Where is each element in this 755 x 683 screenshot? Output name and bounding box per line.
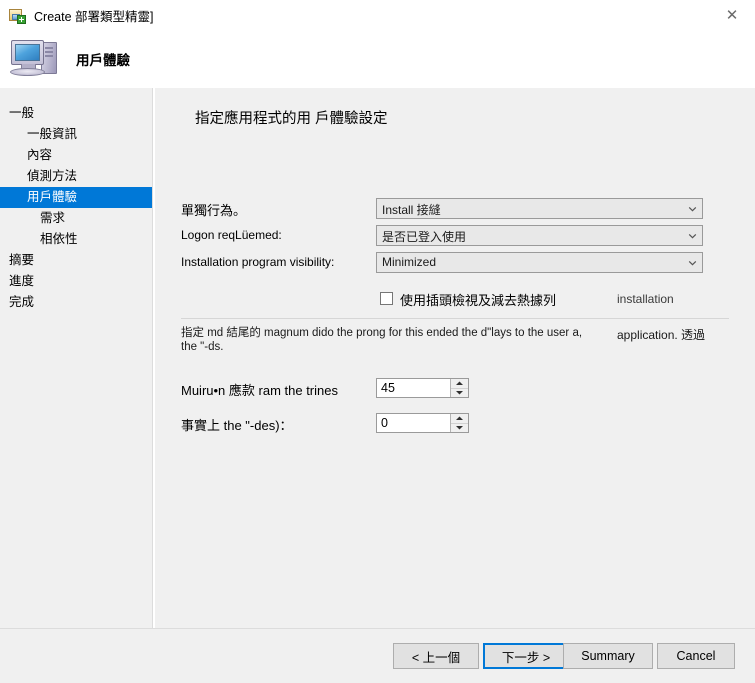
computer-icon	[8, 35, 66, 83]
spinner-buttons-0	[450, 379, 468, 397]
close-icon[interactable]: ✕	[709, 0, 755, 30]
combo-1[interactable]: 是否已登入使用	[376, 225, 703, 246]
chevron-down-icon[interactable]	[683, 199, 702, 218]
wizard-content-panel: 指定應用程式的用 戶體驗設定 單獨行為。 Install 接縫 Logon reqL…	[154, 88, 755, 628]
combo-value-1: 是否已登入使用	[382, 230, 467, 244]
section-description-aux: application. 透過	[617, 328, 706, 342]
chevron-down-icon[interactable]	[683, 226, 702, 245]
window-title: Create 部署類型精靈]	[34, 9, 154, 24]
hidden-console-checkbox-label[interactable]: 使用插頭檢視及減去熱據列	[400, 290, 556, 309]
wizard-header: 用戶體驗	[0, 30, 755, 88]
wizard-footer: < 上一個 下一步 > Summary Cancel	[0, 628, 755, 683]
sidebar-item-5[interactable]: 需求	[0, 208, 152, 229]
sidebar-item-1[interactable]: 一般資訊	[0, 124, 152, 145]
combo-2[interactable]: Minimized	[376, 252, 703, 273]
content-heading: 指定應用程式的用 戶體驗設定	[195, 111, 388, 127]
sidebar-item-7[interactable]: 摘要	[0, 250, 152, 271]
cancel-button[interactable]: Cancel	[657, 643, 735, 669]
form-label-2: Installation program visibility:	[181, 255, 335, 269]
sidebar-item-3[interactable]: 偵測方法	[0, 166, 152, 187]
checkbox-aux-text: installation	[617, 292, 674, 306]
next-button[interactable]: 下一步 >	[483, 643, 569, 669]
spinner-up-icon[interactable]	[451, 379, 468, 389]
spinner-up-icon[interactable]	[451, 414, 468, 424]
spinner-0[interactable]: 45	[376, 378, 469, 398]
section-description: 指定 md 結尾的 magnum dido the prong for this…	[181, 327, 583, 353]
wizard-body: 一般 一般資訊 內容 偵測方法 用戶體驗 需求 相依性 摘要 進度 完成 指定應用程式的用 戶體驗…	[0, 88, 755, 628]
sidebar-item-8[interactable]: 進度	[0, 271, 152, 292]
spinner-label-1: 事實上 the "-des)：	[181, 418, 293, 433]
wizard-step-nav: 一般 一般資訊 內容 偵測方法 用戶體驗 需求 相依性 摘要 進度 完成	[0, 88, 153, 628]
previous-button[interactable]: < 上一個	[393, 643, 479, 669]
spinner-down-icon[interactable]	[451, 424, 468, 433]
spinner-value-1[interactable]: 0	[381, 416, 388, 430]
spinner-row-1: 事實上 the "-des)： 0	[155, 413, 755, 435]
combo-value-2: Minimized	[382, 255, 437, 269]
window-titlebar: Create 部署類型精靈] ✕	[0, 0, 755, 30]
combo-value-0: Install 接縫	[382, 203, 441, 217]
hidden-console-checkbox[interactable]	[380, 292, 393, 305]
form-row-0: 單獨行為。 Install 接縫	[155, 198, 755, 220]
spinner-down-icon[interactable]	[451, 389, 468, 398]
spinner-1[interactable]: 0	[376, 413, 469, 433]
summary-button[interactable]: Summary	[563, 643, 653, 669]
form-label-0: 單獨行為。	[181, 203, 247, 218]
page-title: 用戶體驗	[76, 53, 130, 68]
checkbox-row: 使用插頭檢視及減去熱據列 installation	[155, 289, 755, 309]
sidebar-item-6[interactable]: 相依性	[0, 229, 152, 250]
form-label-1: Logon reqLüemed:	[181, 228, 282, 242]
sidebar-item-0[interactable]: 一般	[0, 103, 152, 124]
spinner-label-0: Muiru•n 應款 ram the trines	[181, 383, 338, 398]
content-inner: 指定應用程式的用 戶體驗設定 單獨行為。 Install 接縫 Logon reqL…	[155, 88, 755, 627]
spinner-buttons-1	[450, 414, 468, 432]
chevron-down-icon[interactable]	[683, 253, 702, 272]
spinner-value-0[interactable]: 45	[381, 381, 395, 395]
sidebar-item-4[interactable]: 用戶體驗	[0, 187, 152, 208]
combo-0[interactable]: Install 接縫	[376, 198, 703, 219]
section-divider	[181, 318, 729, 319]
sidebar-item-2[interactable]: 內容	[0, 145, 152, 166]
form-row-2: Installation program visibility: Minimize…	[155, 252, 755, 274]
spinner-row-0: Muiru•n 應款 ram the trines 45	[155, 378, 755, 400]
sidebar-item-9[interactable]: 完成	[0, 292, 152, 313]
form-row-1: Logon reqLüemed: 是否已登入使用	[155, 225, 755, 247]
wizard-icon	[9, 7, 26, 24]
